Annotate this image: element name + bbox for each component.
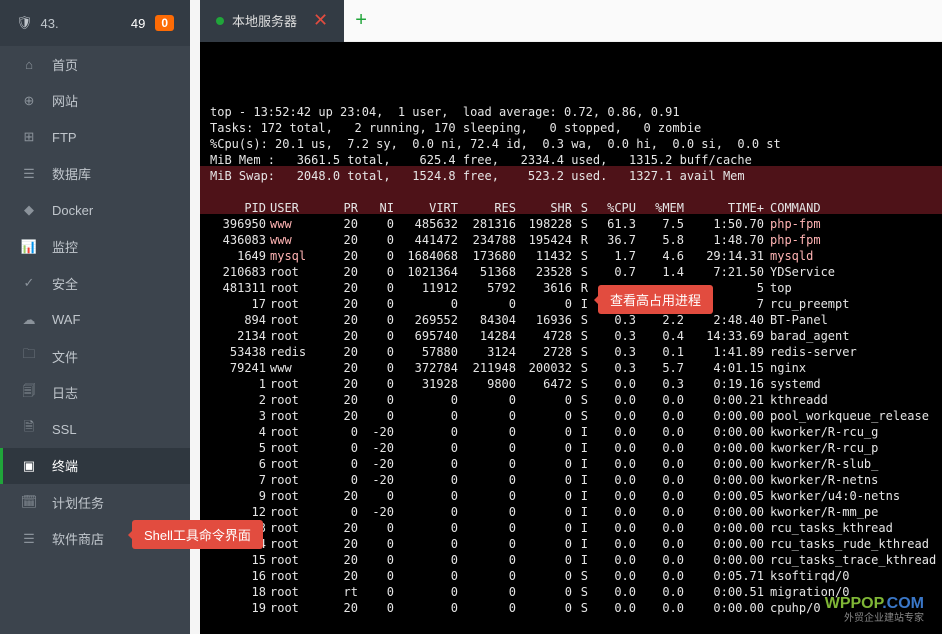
process-row: 7root0-20000I0.00.00:00.00kworker/R-netn… xyxy=(210,472,932,488)
nav-label: 文件 xyxy=(52,347,78,366)
nav-icon: 🗓 xyxy=(20,494,38,510)
callout-process: 查看高占用进程 xyxy=(598,285,713,314)
sidebar-item-10[interactable]: 🗎 SSL xyxy=(0,411,190,448)
nav-icon: ⊞ xyxy=(20,129,38,145)
top-header-line: MiB Mem : 3661.5 total, 625.4 free, 2334… xyxy=(210,152,932,168)
sidebar-item-1[interactable]: ⊕ 网站 xyxy=(0,83,190,120)
process-row: 16root200000S0.00.00:05.71ksoftirqd/0 xyxy=(210,568,932,584)
process-row: 2134root200695740142844728S0.30.414:33.6… xyxy=(210,328,932,344)
top-header-line: top - 13:52:42 up 23:04, 1 user, load av… xyxy=(210,104,932,120)
sidebar-item-2[interactable]: ⊞ FTP xyxy=(0,119,190,156)
process-row: 1root2003192898006472S0.00.30:19.16syste… xyxy=(210,376,932,392)
process-row: 14root200000I0.00.00:00.00rcu_tasks_rude… xyxy=(210,536,932,552)
tab-label: 本地服务器 xyxy=(232,11,297,30)
sidebar-item-3[interactable]: ☰ 数据库 xyxy=(0,156,190,193)
nav-icon: 🗀 xyxy=(20,345,38,367)
main: 本地服务器 ✕ + top - 13:52:42 up 23:04, 1 use… xyxy=(200,0,942,634)
sidebar-item-5[interactable]: 📊 监控 xyxy=(0,229,190,266)
process-row: 1649mysql200168406817368011432S1.74.629:… xyxy=(210,248,932,264)
nav-label: SSL xyxy=(52,422,77,437)
nav-icon: ◆ xyxy=(20,202,38,218)
process-row: 5root0-20000I0.00.00:00.00kworker/R-rcu_… xyxy=(210,440,932,456)
process-row: 436083www200441472234788195424R36.75.81:… xyxy=(210,232,932,248)
callout-shell: Shell工具命令界面 xyxy=(132,520,263,549)
process-row: 17root200000I7rcu_preempt xyxy=(210,296,932,312)
process-row: 18rootrt0000S0.00.00:00.51migration/0 xyxy=(210,584,932,600)
nav-label: 软件商店 xyxy=(52,529,104,548)
process-row: 396950www200485632281316198228S61.37.51:… xyxy=(210,216,932,232)
nav-icon: ▣ xyxy=(20,458,38,474)
nav-icon: ⌂ xyxy=(20,57,38,72)
nav-icon: ✓ xyxy=(20,275,38,291)
top-header-line: Tasks: 172 total, 2 running, 170 sleepin… xyxy=(210,120,932,136)
add-tab-button[interactable]: + xyxy=(344,9,378,32)
process-row: 53438redis2005788031242728S0.30.11:41.89… xyxy=(210,344,932,360)
sidebar-item-9[interactable]: 🗐 日志 xyxy=(0,375,190,412)
tab-local-server[interactable]: 本地服务器 ✕ xyxy=(200,0,344,42)
sidebar-item-6[interactable]: ✓ 安全 xyxy=(0,265,190,302)
nav-label: 日志 xyxy=(52,383,78,402)
sidebar-stat-2: 49 xyxy=(131,16,145,31)
notification-badge[interactable]: 0 xyxy=(155,15,174,31)
nav-label: 监控 xyxy=(52,237,78,256)
nav-label: 数据库 xyxy=(52,164,91,183)
process-row: 894root2002695528430416936S0.32.22:48.40… xyxy=(210,312,932,328)
sidebar-top: 🛡 43. 49 0 xyxy=(0,0,190,46)
process-row: 4root0-20000I0.00.00:00.00kworker/R-rcu_… xyxy=(210,424,932,440)
top-header-line: %Cpu(s): 20.1 us, 7.2 sy, 0.0 ni, 72.4 i… xyxy=(210,136,932,152)
nav-label: Docker xyxy=(52,203,93,218)
process-row: 3root200000S0.00.00:00.00pool_workqueue_… xyxy=(210,408,932,424)
status-dot-icon xyxy=(216,17,224,25)
close-icon[interactable]: ✕ xyxy=(313,10,328,31)
sidebar-stat-1: 43. xyxy=(41,16,131,31)
sidebar-nav: ⌂ 首页 ⊕ 网站 ⊞ FTP ☰ 数据库 ◆ Docker 📊 监控 ✓ 安全 ☁ WAF 🗀 文件 🗐 日志 🗎 SS… xyxy=(0,46,190,557)
process-row: 15root200000I0.00.00:00.00rcu_tasks_trac… xyxy=(210,552,932,568)
nav-label: 计划任务 xyxy=(52,493,104,512)
nav-icon: 📊 xyxy=(20,239,38,255)
nav-label: 网站 xyxy=(52,91,78,110)
nav-icon: ☁ xyxy=(20,312,38,328)
nav-icon: ⊕ xyxy=(20,93,38,109)
top-header-line: MiB Swap: 2048.0 total, 1524.8 free, 523… xyxy=(210,168,932,184)
process-row: 2root200000S0.00.00:00.21kthreadd xyxy=(210,392,932,408)
sidebar-item-11[interactable]: ▣ 终端 xyxy=(0,448,190,485)
process-row: 210683root20010213645136823528S0.71.47:2… xyxy=(210,264,932,280)
watermark: WPPOP.COM 外贸企业建站专家 xyxy=(825,595,924,624)
nav-icon: ☰ xyxy=(20,531,38,547)
nav-label: 安全 xyxy=(52,274,78,293)
shield-icon: 🛡 xyxy=(16,15,33,31)
process-row: 6root0-20000I0.00.00:00.00kworker/R-slub… xyxy=(210,456,932,472)
terminal[interactable]: top - 13:52:42 up 23:04, 1 user, load av… xyxy=(200,42,942,634)
sidebar-item-7[interactable]: ☁ WAF xyxy=(0,302,190,339)
nav-label: 首页 xyxy=(52,55,78,74)
sidebar-item-0[interactable]: ⌂ 首页 xyxy=(0,46,190,83)
nav-icon: 🗐 xyxy=(20,382,38,404)
nav-icon: ☰ xyxy=(20,166,38,182)
process-row: 481311root2001191257923616R5top xyxy=(210,280,932,296)
process-row: 79241www200372784211948200032S0.35.74:01… xyxy=(210,360,932,376)
sidebar-item-8[interactable]: 🗀 文件 xyxy=(0,338,190,375)
nav-icon: 🗎 xyxy=(20,418,38,440)
sidebar-item-4[interactable]: ◆ Docker xyxy=(0,192,190,229)
nav-label: 终端 xyxy=(52,456,78,475)
process-header: PIDUSERPRNIVIRTRESSHRS%CPU%MEMTIME+COMMA… xyxy=(210,200,932,216)
process-row: 19root200000S0.00.00:00.00cpuhp/0 xyxy=(210,600,932,616)
process-row: 9root200000I0.00.00:00.05kworker/u4:0-ne… xyxy=(210,488,932,504)
sidebar-item-12[interactable]: 🗓 计划任务 xyxy=(0,484,190,521)
tab-bar: 本地服务器 ✕ + xyxy=(200,0,942,42)
process-row: 13root200000I0.00.00:00.00rcu_tasks_kthr… xyxy=(210,520,932,536)
process-row: 12root0-20000I0.00.00:00.00kworker/R-mm_… xyxy=(210,504,932,520)
nav-label: WAF xyxy=(52,312,80,327)
nav-label: FTP xyxy=(52,130,77,145)
